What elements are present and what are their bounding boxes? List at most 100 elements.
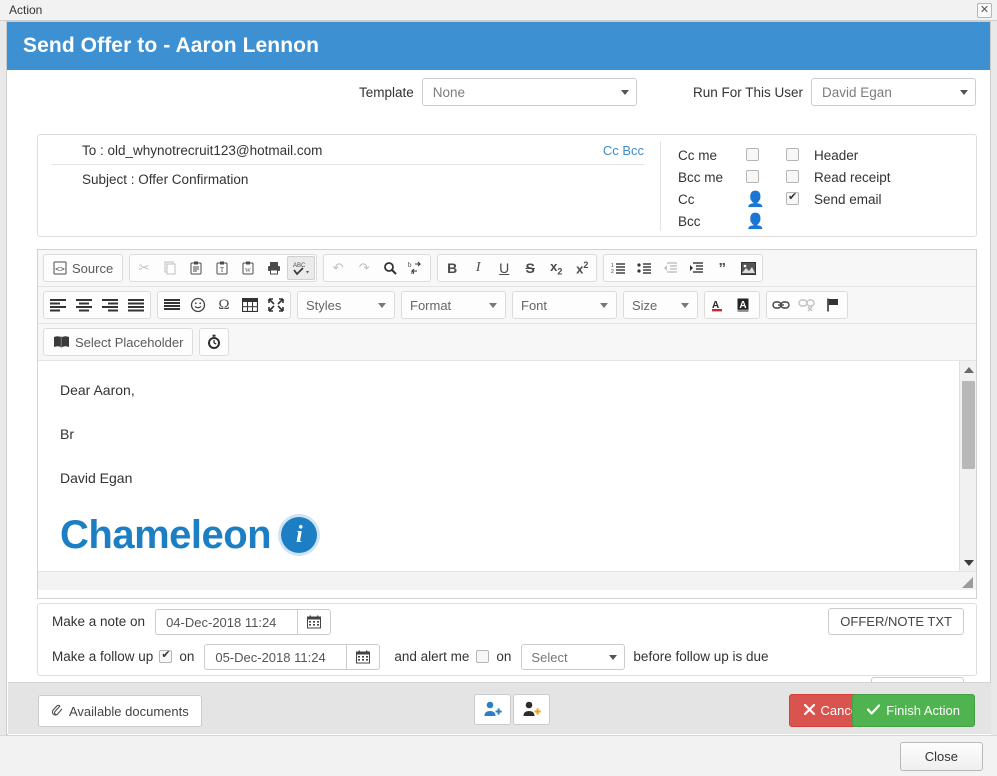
paste-icon[interactable]: [183, 256, 209, 280]
bold-icon[interactable]: B: [439, 256, 465, 280]
note-calendar-icon[interactable]: [297, 608, 332, 635]
undo-icon[interactable]: ↶: [325, 256, 351, 280]
alert-on-label: on: [496, 649, 512, 664]
add-contact-icon[interactable]: [513, 694, 550, 725]
select-placeholder-button[interactable]: Select Placeholder: [45, 330, 191, 354]
send-email-checkbox[interactable]: [786, 190, 799, 205]
blockquote-icon[interactable]: ”: [709, 256, 735, 280]
bcc-me-checkbox[interactable]: [746, 170, 759, 183]
source-icon[interactable]: <> Source: [45, 256, 121, 280]
scrollbar-thumb[interactable]: [962, 381, 975, 469]
bulleted-list-icon[interactable]: [631, 256, 657, 280]
recipients-options: Cc me Header Bcc me Read receipt Cc 👤 Se…: [678, 145, 978, 233]
followup-date-input[interactable]: 05-Dec-2018 11:24: [204, 643, 347, 670]
window-footer: Close: [0, 735, 997, 776]
spellcheck-icon[interactable]: ABC: [287, 256, 316, 280]
close-button[interactable]: Close: [899, 742, 983, 771]
person-icon[interactable]: 👤: [746, 213, 765, 230]
chevron-down-icon: [489, 302, 497, 308]
underline-icon[interactable]: U: [491, 256, 517, 280]
body-line-3: David Egan: [60, 470, 133, 486]
editor-content-area[interactable]: Dear Aaron, Br David Egan Chameleon i: [38, 361, 976, 571]
editor-toolbar-row-1: <> Source ✂ T W ABC ↶ ↷ b a B I U S x2 x…: [38, 250, 976, 287]
styles-dropdown[interactable]: Styles: [297, 291, 395, 319]
image-icon[interactable]: [735, 256, 761, 280]
redo-icon[interactable]: ↷: [351, 256, 377, 280]
align-right-icon[interactable]: [97, 293, 123, 317]
toolbar-group-document: <> Source: [43, 254, 124, 282]
numbered-list-icon[interactable]: 12: [605, 256, 631, 280]
align-left-icon[interactable]: [45, 293, 71, 317]
action-dialog: Action ✕ Send Offer to - Aaron Lennon Te…: [0, 0, 997, 776]
special-char-icon[interactable]: Ω: [211, 293, 237, 317]
run-for-user-select[interactable]: David Egan: [811, 78, 977, 106]
close-icon[interactable]: ✕: [977, 3, 992, 18]
strikethrough-icon[interactable]: S: [517, 256, 543, 280]
run-for-user-value: David Egan: [822, 85, 892, 100]
cut-icon[interactable]: ✂: [131, 256, 157, 280]
person-icon[interactable]: 👤: [746, 191, 765, 208]
format-dropdown[interactable]: Format: [401, 291, 506, 319]
logo-text: Chameleon: [60, 513, 272, 557]
resize-grip[interactable]: [962, 577, 973, 588]
superscript-icon[interactable]: x2: [569, 256, 595, 280]
followup-checkbox[interactable]: [159, 648, 173, 663]
read-receipt-label: Read receipt: [814, 170, 891, 185]
alert-checkbox[interactable]: [476, 650, 490, 663]
maximize-icon[interactable]: [263, 293, 289, 317]
read-receipt-checkbox[interactable]: [786, 170, 799, 183]
unlink-icon[interactable]: [794, 293, 820, 317]
cross-icon: [803, 703, 815, 718]
header-checkbox[interactable]: [786, 148, 799, 161]
subscript-icon[interactable]: x2: [543, 256, 569, 280]
smiley-icon[interactable]: [185, 293, 211, 317]
scroll-down-icon[interactable]: [960, 554, 976, 571]
horizontal-rule-icon[interactable]: [159, 293, 185, 317]
paste-text-icon[interactable]: T: [209, 256, 235, 280]
text-color-icon[interactable]: A: [706, 293, 732, 317]
email-body[interactable]: Dear Aaron, Br David Egan Chameleon i: [38, 361, 976, 555]
size-dropdown[interactable]: Size: [623, 291, 698, 319]
paste-word-icon[interactable]: W: [235, 256, 261, 280]
chevron-down-icon: [378, 302, 386, 308]
alert-offset-select[interactable]: Select: [521, 643, 626, 670]
finish-action-button[interactable]: Finish Action: [852, 694, 975, 727]
to-value: old_whynotrecruit123@hotmail.com: [107, 143, 323, 158]
cc-me-checkbox[interactable]: [746, 148, 759, 161]
background-color-icon[interactable]: A: [732, 293, 758, 317]
template-select[interactable]: None: [421, 78, 637, 106]
rich-text-editor: <> Source ✂ T W ABC ↶ ↷ b a B I U S x2 x…: [37, 249, 977, 599]
align-center-icon[interactable]: [71, 293, 97, 317]
table-icon[interactable]: [237, 293, 263, 317]
scroll-up-icon[interactable]: [960, 361, 976, 378]
window-title: Action: [9, 3, 43, 17]
divider: [660, 141, 661, 231]
justify-icon[interactable]: [123, 293, 149, 317]
followup-calendar-icon[interactable]: [346, 643, 381, 670]
available-documents-button[interactable]: Available documents: [38, 695, 202, 727]
to-row[interactable]: To : old_whynotrecruit123@hotmail.com Cc…: [52, 135, 644, 165]
note-date-input[interactable]: 04-Dec-2018 11:24: [155, 608, 298, 635]
offer-note-txt-button[interactable]: OFFER/NOTE TXT: [828, 608, 964, 635]
print-icon[interactable]: [261, 256, 287, 280]
find-icon[interactable]: [377, 256, 403, 280]
modal-header: Send Offer to - Aaron Lennon: [7, 22, 990, 70]
italic-icon[interactable]: I: [465, 256, 491, 280]
replace-icon[interactable]: ba: [403, 256, 429, 280]
add-user-icon[interactable]: [474, 694, 511, 725]
font-dropdown[interactable]: Font: [512, 291, 617, 319]
link-icon[interactable]: [768, 293, 794, 317]
outdent-icon[interactable]: [657, 256, 683, 280]
clock-icon[interactable]: [201, 330, 227, 354]
editor-scrollbar[interactable]: [959, 361, 976, 571]
note-label: Make a note on: [52, 614, 146, 629]
svg-text:T: T: [220, 266, 225, 274]
page-title: Send Offer to - Aaron Lennon: [23, 34, 320, 57]
copy-icon[interactable]: [157, 256, 183, 280]
subject-row[interactable]: Subject : Offer Confirmation: [52, 165, 644, 193]
anchor-icon[interactable]: [820, 293, 846, 317]
indent-icon[interactable]: [683, 256, 709, 280]
header-label: Header: [814, 148, 859, 163]
cc-bcc-link[interactable]: Cc Bcc: [603, 143, 644, 158]
editor-footer: [38, 571, 976, 590]
